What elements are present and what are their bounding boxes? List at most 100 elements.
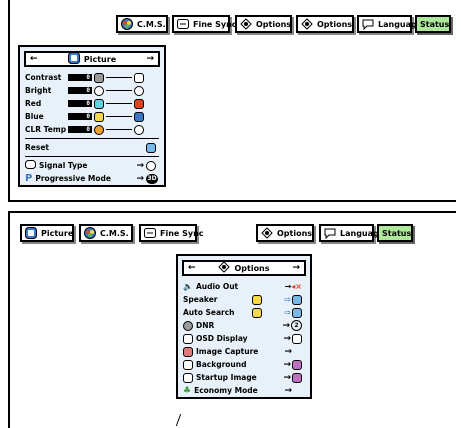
- background-state-icon: [292, 359, 302, 370]
- picture-menu-header: ← Picture →: [24, 51, 160, 67]
- contrast-value: 0: [68, 74, 92, 81]
- blue-value: 0: [68, 113, 92, 120]
- clr-temp-slider[interactable]: [106, 129, 132, 130]
- options-menu-header: ← Options →: [182, 260, 306, 276]
- red-icon: [134, 98, 144, 109]
- bright-value: 0: [68, 87, 92, 94]
- menu-row-osd-display[interactable]: OSD Display →: [178, 332, 310, 345]
- reset-icon[interactable]: [146, 142, 156, 153]
- menu-row-speaker[interactable]: Speaker ⇨: [178, 293, 310, 306]
- right-arrow-icon: →: [136, 173, 144, 184]
- dnr-value-badge: 2: [291, 320, 302, 331]
- menu-row-dnr[interactable]: DNR → 2: [178, 319, 310, 332]
- tab-fine-sync[interactable]: Fine Sync: [139, 224, 204, 242]
- fine-sync-icon: [144, 227, 156, 239]
- options-icon: [240, 18, 252, 30]
- sun-bright-icon: [134, 85, 144, 96]
- speech-bubble-icon: [324, 227, 336, 240]
- right-arrow-icon[interactable]: →: [292, 263, 300, 273]
- low-contrast-icon: [94, 72, 104, 83]
- contrast-slider[interactable]: [106, 77, 132, 78]
- options-menu-title: Options: [234, 263, 270, 273]
- menu-row-image-capture[interactable]: Image Capture →: [178, 345, 310, 358]
- picture-icon: [67, 52, 80, 66]
- dnr-icon: [183, 320, 193, 331]
- red-slider[interactable]: [106, 103, 132, 104]
- warm-temp-icon: [94, 124, 104, 135]
- menu-row-auto-search[interactable]: Auto Search ⇨: [178, 306, 310, 319]
- menu-row-bright[interactable]: Bright 0: [20, 84, 164, 97]
- right-arrow-icon: →: [283, 372, 291, 383]
- blue-icon: [134, 111, 144, 122]
- audio-out-arrow-icon: →◂×: [284, 282, 302, 291]
- cyan-icon: [94, 98, 104, 109]
- image-capture-icon: [183, 346, 193, 357]
- menu-row-startup-image[interactable]: Startup Image →: [178, 371, 310, 384]
- tab-status[interactable]: Status: [377, 224, 413, 242]
- menu-row-contrast[interactable]: Contrast 0: [20, 71, 164, 84]
- arrow-outline-icon: ⇨: [284, 295, 291, 304]
- fine-sync-icon: [177, 18, 189, 30]
- options-icon: [218, 261, 231, 275]
- left-arrow-icon[interactable]: ←: [188, 263, 196, 273]
- leaf-icon: ♣: [183, 385, 192, 396]
- auto-search-toggle-icon[interactable]: [252, 307, 262, 318]
- progressive-3d-badge: 3D: [146, 173, 158, 184]
- tab-fine-sync[interactable]: Fine Sync: [172, 15, 237, 33]
- tab-options[interactable]: Options: [256, 224, 314, 242]
- menu-row-economy-mode[interactable]: ♣ Economy Mode →: [178, 384, 310, 397]
- divider: [25, 156, 159, 157]
- tab-cms[interactable]: C.M.S.: [116, 15, 168, 33]
- signal-type-icon: [25, 160, 36, 171]
- menu-row-reset[interactable]: Reset: [20, 141, 164, 154]
- red-value: 0: [68, 100, 92, 107]
- progressive-icon: P: [25, 173, 33, 184]
- speaker-state-icon: [292, 294, 302, 305]
- tab-status[interactable]: Status: [415, 15, 451, 33]
- menu-row-audio-out[interactable]: 🔈 Audio Out →◂×: [178, 280, 310, 293]
- background-icon: [183, 359, 193, 370]
- speaker-toggle-icon[interactable]: [252, 294, 262, 305]
- speech-bubble-icon: [362, 18, 374, 31]
- tab-language[interactable]: Language: [357, 15, 422, 33]
- high-contrast-icon: [134, 72, 144, 83]
- yellow-icon: [94, 111, 104, 122]
- divider: [25, 138, 159, 139]
- cms-icon: [121, 18, 133, 30]
- right-arrow-icon: →: [283, 333, 291, 344]
- speaker-icon: 🔈: [183, 282, 193, 291]
- cms-icon: [84, 227, 96, 239]
- bright-slider[interactable]: [106, 90, 132, 91]
- options-icon: [301, 18, 313, 30]
- right-arrow-icon[interactable]: →: [146, 54, 154, 64]
- blue-slider[interactable]: [106, 116, 132, 117]
- startup-image-icon: [183, 372, 193, 383]
- arrow-outline-icon: ⇨: [284, 308, 291, 317]
- tab-picture[interactable]: Picture: [20, 224, 74, 242]
- picture-icon: [25, 227, 37, 239]
- startup-image-state-icon: [292, 372, 302, 383]
- osd-display-icon: [183, 333, 193, 344]
- left-arrow-icon[interactable]: ←: [30, 54, 38, 64]
- options-icon: [261, 227, 273, 239]
- menu-row-red[interactable]: Red 0: [20, 97, 164, 110]
- options-menu: ← Options → 🔈 Audio Out →◂× Speaker ⇨ Au…: [176, 254, 312, 399]
- clr-temp-value: 0: [68, 126, 92, 133]
- tab-language[interactable]: Language: [319, 224, 384, 242]
- menu-row-clr-temp[interactable]: CLR Temp 0: [20, 123, 164, 136]
- menu-row-signal-type[interactable]: Signal Type →: [20, 159, 164, 172]
- cool-temp-icon: [134, 124, 144, 135]
- osd-state-icon: [292, 333, 302, 344]
- menu-row-background[interactable]: Background →: [178, 358, 310, 371]
- tab-cms[interactable]: C.M.S.: [79, 224, 133, 242]
- menu-row-progressive-mode[interactable]: P Progressive Mode → 3D: [20, 172, 164, 185]
- signal-auto-icon: [146, 160, 156, 171]
- right-arrow-icon: →: [283, 359, 291, 370]
- tab-options-2[interactable]: Options: [296, 15, 354, 33]
- tab-options[interactable]: Options: [235, 15, 292, 33]
- menu-row-blue[interactable]: Blue 0: [20, 110, 164, 123]
- auto-search-state-icon: [292, 307, 302, 318]
- picture-menu-title: Picture: [83, 54, 117, 64]
- right-arrow-icon: →: [284, 385, 292, 396]
- right-arrow-icon: →: [136, 160, 144, 171]
